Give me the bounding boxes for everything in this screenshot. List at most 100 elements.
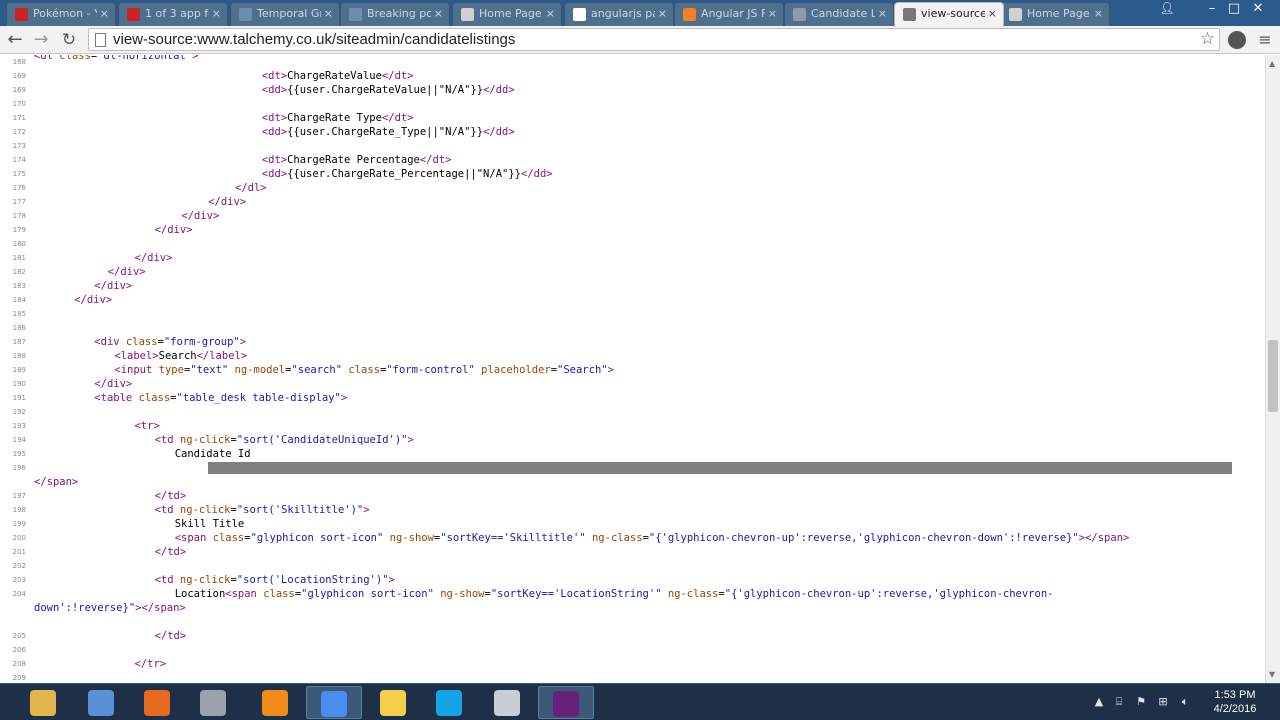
source-line: 172 <dd>{{user.ChargeRate_Type||"N/A"}}</…: [0, 125, 1265, 139]
source-line: 209: [0, 671, 1265, 683]
save-taskbar-button[interactable]: [480, 686, 536, 719]
line-code: <tr>: [134, 420, 160, 432]
tab-0[interactable]: Pokémon - Y...×: [6, 2, 116, 26]
network-icon[interactable]: ⌸: [1112, 695, 1126, 709]
tab-close-icon[interactable]: ×: [434, 3, 443, 25]
scroll-down-icon[interactable]: ▼: [1269, 670, 1275, 679]
tab-8[interactable]: view-source ×: [894, 2, 1004, 27]
source-line: 202: [0, 559, 1265, 573]
tab-label: Candidate L...: [811, 7, 875, 20]
tab-7[interactable]: Candidate L...×: [784, 2, 894, 26]
volume-icon[interactable]: 🔈︎: [1178, 695, 1192, 709]
sticky-notes-icon: [380, 690, 406, 716]
source-line: 188 <label>Search</label>: [0, 349, 1265, 363]
line-code: <dd>{{user.ChargeRateValue||"N/A"}}</dd>: [261, 84, 515, 96]
line-number: 199: [12, 520, 26, 528]
chrome-icon: [321, 691, 347, 717]
tab-close-icon[interactable]: ×: [546, 3, 555, 25]
line-number: 205: [12, 632, 26, 640]
tab-close-icon[interactable]: ×: [988, 3, 997, 25]
bookmark-star-icon[interactable]: ☆: [1200, 29, 1215, 49]
line-code: <span class="glyphicon sort-icon" ng-sho…: [174, 532, 1130, 544]
windows-taskbar: ▲ ⌸ ⚑ ⊞ 🔈︎ 1:53 PM 4/2/2016: [0, 683, 1280, 720]
source-line: 194 <td ng-click="sort('CandidateUniqueId…: [0, 433, 1265, 447]
line-number: 181: [12, 254, 26, 262]
tab-close-icon[interactable]: ×: [100, 3, 109, 25]
close-icon[interactable]: ✕: [1246, 0, 1270, 20]
tab-4[interactable]: Home Page ×: [452, 2, 562, 26]
firefox-taskbar-button[interactable]: [130, 686, 186, 719]
menu-icon[interactable]: ≡: [1254, 29, 1276, 51]
tab-close-icon[interactable]: ×: [768, 3, 777, 25]
line-number: 180: [12, 240, 26, 248]
tab-3[interactable]: Breaking po...×: [340, 2, 450, 26]
explorer-taskbar-button[interactable]: [16, 686, 72, 719]
visual-studio-taskbar-button[interactable]: [538, 686, 594, 719]
forward-arrow-icon[interactable]: →: [30, 29, 52, 51]
maximize-icon[interactable]: □: [1222, 0, 1246, 20]
skype-taskbar-button[interactable]: [422, 686, 478, 719]
vertical-scrollbar[interactable]: ▲ ▼: [1265, 55, 1280, 683]
source-line: 182 </div>: [0, 265, 1265, 279]
paint-icon: [88, 690, 114, 716]
source-line: 183 </div>: [0, 279, 1265, 293]
extension-icon[interactable]: [1228, 31, 1246, 49]
tab-6[interactable]: Angular JS F...×: [674, 2, 784, 26]
scrollbar-thumb[interactable]: [1268, 340, 1278, 412]
tab-2[interactable]: Temporal Gr...×: [230, 2, 340, 26]
line-number: 192: [12, 408, 26, 416]
action-center-icon[interactable]: ⚑: [1134, 695, 1148, 709]
line-number: 198: [12, 506, 26, 514]
source-line: 170: [0, 97, 1265, 111]
url-text[interactable]: view-source:www.talchemy.co.uk/siteadmin…: [113, 31, 515, 48]
firefox-alt-taskbar-button[interactable]: [248, 686, 304, 719]
address-bar[interactable]: view-source:www.talchemy.co.uk/siteadmin…: [88, 28, 1220, 51]
globe-icon: [793, 8, 806, 21]
source-line: 190 </div>: [0, 377, 1265, 391]
source-line: 177 </div>: [0, 195, 1265, 209]
notes-taskbar-button[interactable]: [366, 686, 422, 719]
tab-close-icon[interactable]: ×: [658, 3, 667, 25]
source-line: 187 <div class="form-group">: [0, 335, 1265, 349]
tab-close-icon[interactable]: ×: [1094, 3, 1103, 25]
tools-icon: [200, 690, 226, 716]
clock-date: 4/2/2016: [1213, 703, 1257, 715]
line-code: down':!reverse}"></span>: [34, 602, 186, 614]
line-code: <dd>{{user.ChargeRate_Type||"N/A"}}</dd>: [261, 126, 515, 138]
tab-close-icon[interactable]: ×: [324, 3, 333, 25]
source-line: 184 </div>: [0, 293, 1265, 307]
line-code: </span>: [34, 476, 79, 488]
show-hidden-icons-icon[interactable]: ▲: [1092, 695, 1106, 709]
scroll-up-icon[interactable]: ▲: [1269, 59, 1275, 68]
chrome-taskbar-button[interactable]: [306, 686, 362, 719]
paint-taskbar-button[interactable]: [74, 686, 130, 719]
tab-5[interactable]: angularjs pa...×: [564, 2, 674, 26]
tab-close-icon[interactable]: ×: [212, 3, 221, 25]
wifi-icon[interactable]: ⊞: [1156, 695, 1170, 709]
line-number: 170: [12, 100, 26, 108]
line-code: <label>Search</label>: [114, 350, 248, 362]
firefox-icon: [144, 690, 170, 716]
back-arrow-icon[interactable]: ←: [4, 29, 26, 51]
tab-1[interactable]: 1 of 3 app fo...×: [118, 2, 228, 26]
line-code: <td ng-click="sort('CandidateUniqueId')"…: [154, 434, 414, 446]
line-code: </tr>: [134, 658, 167, 670]
tool-taskbar-button[interactable]: [186, 686, 242, 719]
reload-icon[interactable]: ↻: [58, 29, 80, 51]
line-code: </div>: [134, 252, 173, 264]
clock-time: 1:53 PM: [1214, 689, 1256, 701]
skype-icon: [436, 690, 462, 716]
line-number: 184: [12, 296, 26, 304]
line-number: 187: [12, 338, 26, 346]
image-icon: [349, 8, 362, 21]
minimize-icon[interactable]: –: [1200, 0, 1224, 20]
source-line: 193 <tr>: [0, 419, 1265, 433]
line-number: 171: [12, 114, 26, 122]
system-clock[interactable]: 1:53 PM 4/2/2016: [1200, 688, 1270, 716]
line-code: <dt>ChargeRate Percentage</dt>: [261, 154, 452, 166]
tab-9[interactable]: Home Page ×: [1000, 2, 1110, 26]
user-profile-icon[interactable]: 👤︎: [1158, 1, 1176, 19]
tab-label: Angular JS F...: [701, 7, 765, 20]
tab-label: 1 of 3 app fo...: [145, 7, 209, 20]
tab-close-icon[interactable]: ×: [878, 3, 887, 25]
